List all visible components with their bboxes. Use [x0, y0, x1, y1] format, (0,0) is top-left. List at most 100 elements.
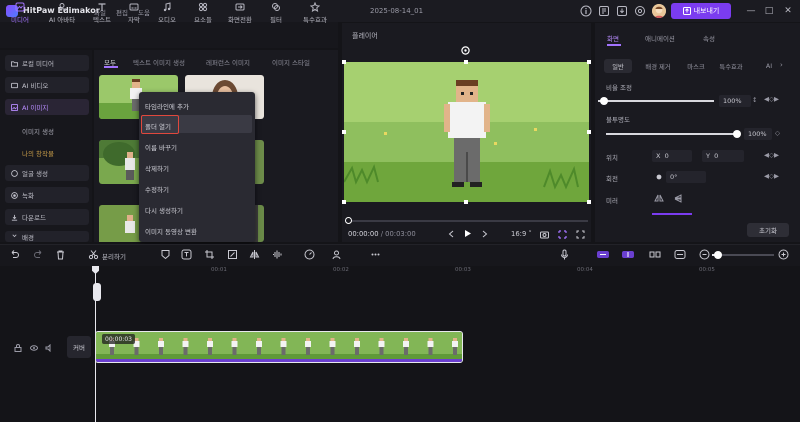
resize-handle[interactable]: [342, 60, 346, 64]
prev-frame-icon[interactable]: [447, 230, 455, 238]
stepper-icon[interactable]: ↕: [752, 96, 757, 104]
zoom-slider-knob[interactable]: [714, 251, 722, 259]
rotate-input[interactable]: 0°: [666, 171, 706, 183]
video-clip[interactable]: [95, 331, 463, 363]
delete-icon[interactable]: [55, 249, 66, 260]
play-icon[interactable]: [463, 229, 472, 238]
speed-icon[interactable]: [304, 249, 315, 260]
sidebar-item-ai-image[interactable]: AI 이미지: [5, 99, 89, 115]
chevron-right-icon[interactable]: ›: [780, 61, 783, 69]
playhead[interactable]: [95, 266, 96, 422]
reset-button[interactable]: 초기화: [747, 223, 789, 237]
more-icon[interactable]: [370, 249, 381, 260]
position-x-input[interactable]: X 0: [652, 150, 692, 162]
sidebar-item-background[interactable]: 배경: [5, 231, 89, 242]
avatar-tool-icon[interactable]: [331, 249, 342, 260]
fit-width-icon[interactable]: [674, 249, 686, 260]
tool-text[interactable]: 텍스트: [86, 2, 118, 24]
mirror-tool-icon[interactable]: [249, 249, 260, 260]
tab-text-to-image[interactable]: 텍스트 이미지 생성: [133, 57, 185, 67]
keyframe-icon[interactable]: ◀◇▶: [764, 172, 779, 180]
tool-transition[interactable]: 화면전환: [222, 2, 258, 24]
info-icon[interactable]: [580, 5, 592, 17]
next-frame-icon[interactable]: [481, 230, 489, 238]
sidebar-item-local-media[interactable]: 로컬 미디어: [5, 55, 89, 71]
sidebar-subitem-image-generate[interactable]: 이미지 생성: [22, 126, 54, 136]
text-add-icon[interactable]: [181, 249, 192, 260]
freeze-icon[interactable]: [227, 249, 238, 260]
unlink-icon[interactable]: [648, 249, 662, 260]
opacity-slider-track[interactable]: [606, 133, 737, 135]
tool-elements[interactable]: 요소들: [186, 2, 220, 24]
resize-handle[interactable]: [587, 60, 591, 64]
scale-slider-track[interactable]: [598, 100, 714, 102]
sidebar-subitem-my-creations[interactable]: 나의 창작물: [22, 148, 54, 158]
split-icon[interactable]: [88, 249, 99, 260]
sidebar-item-ai-video[interactable]: AI 비디오: [5, 77, 89, 93]
keyframe-icon[interactable]: ◀◇▶: [764, 151, 779, 159]
subtab-effects[interactable]: 특수효과: [712, 59, 750, 73]
redo-icon[interactable]: [33, 249, 44, 260]
sidebar-item-face[interactable]: 얼굴 생성: [5, 165, 89, 181]
rotate-icon[interactable]: [655, 173, 663, 181]
maximize-icon[interactable]: □: [762, 4, 776, 18]
tool-subtitle[interactable]: 자막: [120, 2, 148, 24]
tab-animation[interactable]: 애니메이션: [645, 33, 675, 43]
keyframe-icon[interactable]: ◀◇▶: [764, 95, 779, 103]
flip-vertical-icon[interactable]: [674, 194, 684, 203]
opacity-slider-knob[interactable]: [733, 130, 741, 138]
tool-media[interactable]: 미디어: [4, 2, 36, 24]
minimize-icon[interactable]: —: [744, 4, 758, 18]
rotate-handle-icon[interactable]: [461, 46, 470, 55]
mute-icon[interactable]: [45, 344, 53, 352]
subtab-ai[interactable]: AI: [762, 59, 776, 73]
sidebar-item-download[interactable]: 다운로드: [5, 209, 89, 225]
flip-horizontal-icon[interactable]: [654, 194, 664, 203]
resize-handle[interactable]: [587, 130, 591, 134]
tool-audio[interactable]: 오디오: [150, 2, 184, 24]
scale-slider-knob[interactable]: [599, 97, 608, 105]
close-icon[interactable]: ✕: [781, 4, 795, 18]
resize-handle[interactable]: [342, 130, 346, 134]
link-icon[interactable]: [621, 249, 635, 260]
user-avatar[interactable]: [652, 4, 666, 18]
subtab-remove-background[interactable]: 배경 제거: [636, 59, 680, 73]
crop-icon[interactable]: [558, 230, 567, 239]
settings-icon[interactable]: [634, 5, 646, 17]
zoom-out-icon[interactable]: [699, 249, 710, 260]
menu-item-add-to-timeline[interactable]: 타임라인에 추가: [145, 101, 189, 111]
track-cover-button[interactable]: 커버: [67, 336, 91, 358]
menu-item-regenerate[interactable]: 다시 생성하기: [145, 205, 183, 215]
resize-handle[interactable]: [587, 200, 591, 204]
export-button[interactable]: 내보내기: [671, 3, 731, 19]
split-label[interactable]: 분리하기: [102, 251, 126, 261]
tab-attributes[interactable]: 속성: [703, 33, 715, 43]
timeline-ruler[interactable]: [0, 266, 800, 278]
tool-ai-avatar[interactable]: AI 아바타: [40, 2, 84, 24]
tool-filter[interactable]: 필터: [262, 2, 290, 24]
keyframe-icon[interactable]: ◇: [775, 129, 780, 137]
resize-handle[interactable]: [342, 200, 346, 204]
download-manager-icon[interactable]: [616, 5, 628, 17]
microphone-icon[interactable]: [559, 249, 570, 260]
visibility-icon[interactable]: [30, 344, 38, 352]
marker-icon[interactable]: [160, 249, 171, 260]
subtab-mask[interactable]: 마스크: [682, 59, 710, 73]
playback-progress-track[interactable]: [347, 220, 588, 222]
audio-wave-icon[interactable]: [272, 249, 283, 260]
fullscreen-icon[interactable]: [576, 230, 585, 239]
tab-image-style[interactable]: 이미지 스타일: [272, 57, 310, 67]
menu-item-delete[interactable]: 삭제하기: [145, 163, 169, 173]
lock-icon[interactable]: [14, 344, 22, 352]
position-y-input[interactable]: Y 0: [702, 150, 744, 162]
tab-screen[interactable]: 화면: [607, 33, 619, 43]
scale-input[interactable]: 100%: [719, 95, 751, 107]
snapshot-icon[interactable]: [540, 230, 549, 239]
sidebar-item-record[interactable]: 녹화: [5, 187, 89, 203]
video-preview[interactable]: [344, 62, 589, 202]
menu-item-edit[interactable]: 수정하기: [145, 184, 169, 194]
crop-tool-icon[interactable]: [204, 249, 215, 260]
aspect-ratio-select[interactable]: 16:9 ˅: [511, 230, 532, 238]
resize-handle[interactable]: [464, 60, 468, 64]
menu-item-rename[interactable]: 이름 바꾸기: [145, 142, 177, 152]
